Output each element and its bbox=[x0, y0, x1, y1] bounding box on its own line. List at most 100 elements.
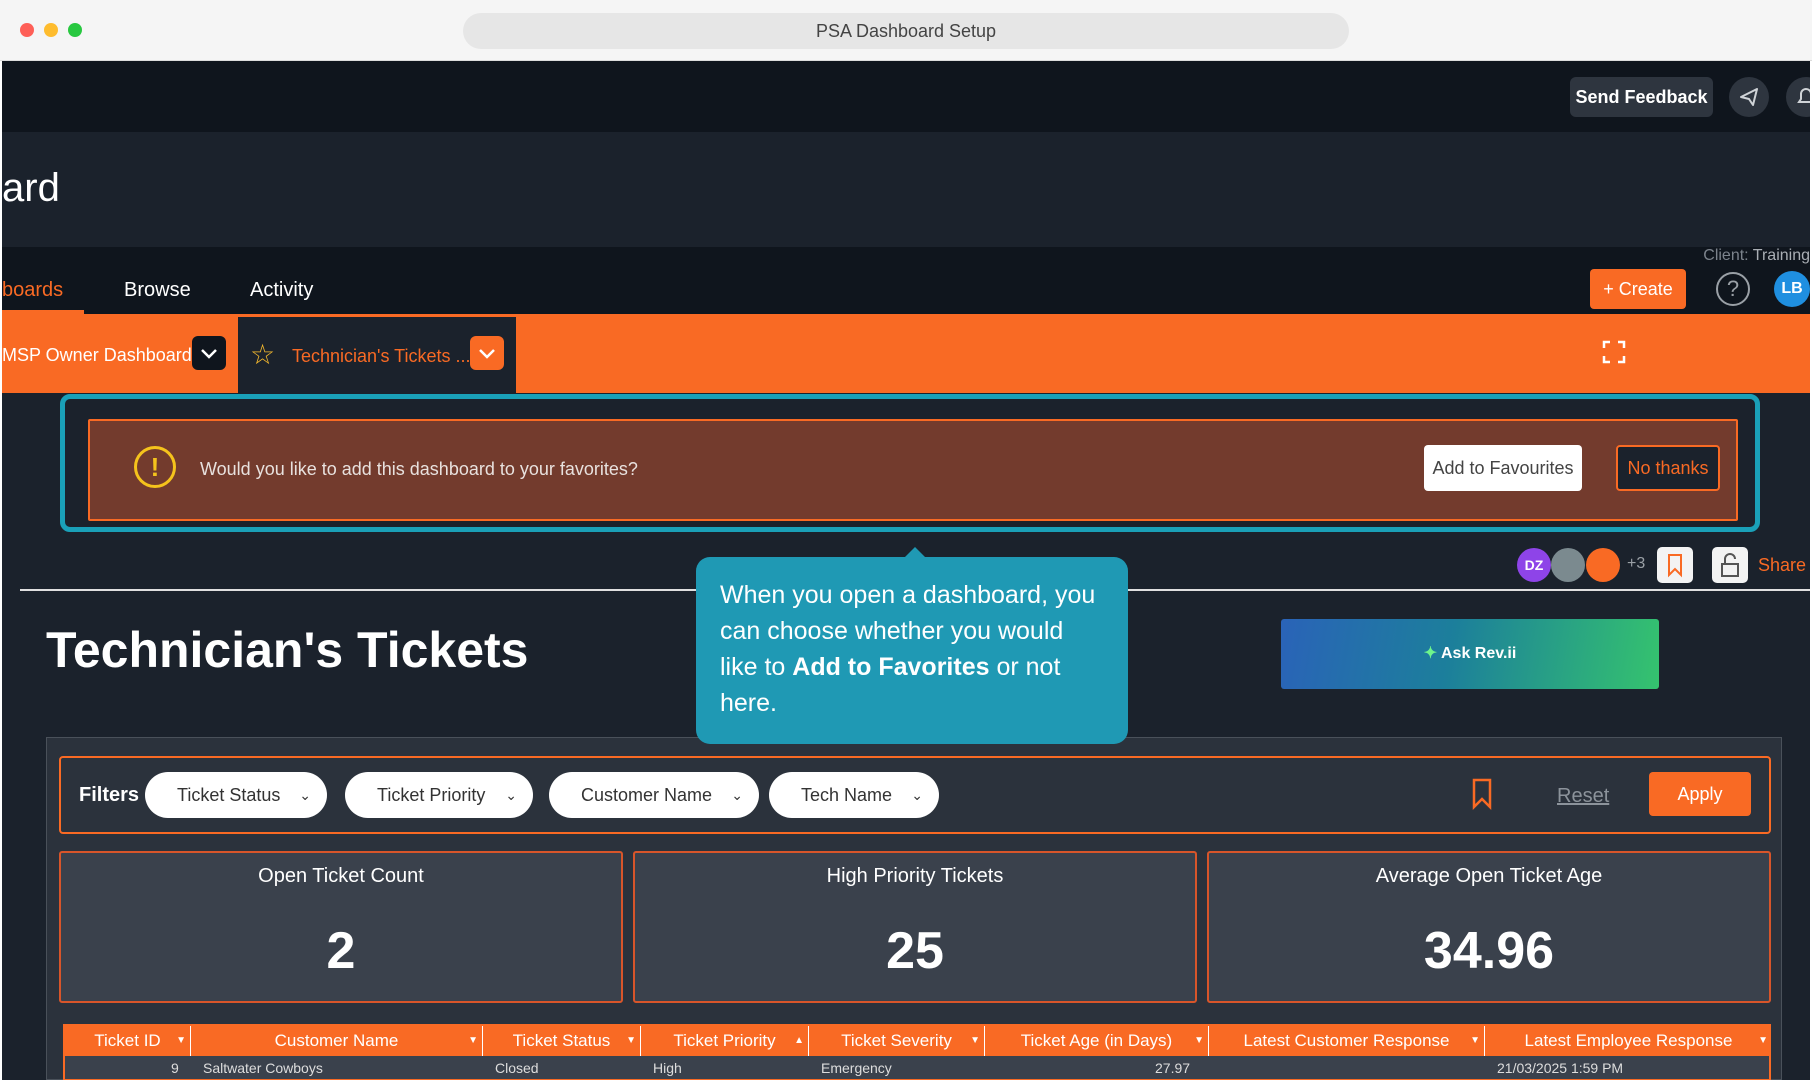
chevron-down-icon[interactable] bbox=[470, 336, 504, 370]
bookmark-icon[interactable] bbox=[1471, 778, 1493, 811]
app: Send Feedback ard Client: Training board… bbox=[2, 61, 1810, 1080]
chevron-down-icon: ⌄ bbox=[505, 787, 517, 803]
column-header-latest-customer-response[interactable]: Latest Customer Response ▼ bbox=[1209, 1026, 1485, 1056]
nav-row: Client: Training boards Browse Activity … bbox=[2, 247, 1810, 314]
reset-button[interactable]: Reset bbox=[1557, 785, 1609, 808]
apply-button[interactable]: Apply bbox=[1649, 772, 1751, 816]
column-label: Ticket Age (in Days) bbox=[1020, 1031, 1173, 1050]
column-label: Ticket Severity bbox=[841, 1031, 952, 1050]
cell-ticket-priority: High bbox=[653, 1060, 682, 1076]
send-feedback-button[interactable]: Send Feedback bbox=[1570, 77, 1713, 117]
column-label: Ticket Priority bbox=[673, 1031, 776, 1050]
tour-tooltip: When you open a dashboard, you can choos… bbox=[696, 557, 1128, 744]
filter-label: Customer Name bbox=[581, 785, 713, 805]
user-avatar[interactable]: LB bbox=[1774, 271, 1810, 307]
column-header-ticket-priority[interactable]: Ticket Priority ▲ bbox=[641, 1026, 809, 1056]
collaborator-avatar[interactable] bbox=[1551, 548, 1585, 582]
sparkle-icon: ✦ bbox=[1423, 645, 1438, 662]
dashboard-panel: Filters Ticket Status ⌄ Ticket Priority ⌄ … bbox=[46, 737, 1782, 1080]
column-header-ticket-severity[interactable]: Ticket Severity ▼ bbox=[809, 1026, 985, 1056]
column-header-ticket-id[interactable]: Ticket ID ▼ bbox=[65, 1026, 191, 1056]
sort-icon: ▲ bbox=[794, 1035, 804, 1046]
table-header: Ticket ID ▼ Customer Name ▼ Ticket Status ▼… bbox=[65, 1026, 1769, 1056]
chevron-down-icon[interactable] bbox=[192, 336, 226, 370]
column-header-ticket-status[interactable]: Ticket Status ▼ bbox=[483, 1026, 641, 1056]
cell-ticket-severity: Emergency bbox=[821, 1060, 892, 1076]
warning-icon: ! bbox=[134, 446, 176, 488]
tab-dashboards[interactable]: boards bbox=[2, 279, 63, 302]
column-label: Latest Employee Response bbox=[1524, 1031, 1733, 1050]
help-icon[interactable]: ? bbox=[1716, 272, 1750, 306]
banner-text: Would you like to add this dashboard to … bbox=[200, 459, 638, 479]
table-row[interactable]: 9 Saltwater Cowboys Closed High Emergenc… bbox=[65, 1056, 1769, 1079]
ask-rev-button[interactable]: ✦ Ask Rev.ii bbox=[1281, 619, 1659, 689]
filter-tech-name[interactable]: Tech Name ⌄ bbox=[769, 772, 939, 818]
bell-icon[interactable] bbox=[1786, 77, 1810, 117]
collaborator-avatar[interactable]: DZ bbox=[1517, 548, 1551, 582]
window-title[interactable]: PSA Dashboard Setup bbox=[463, 13, 1349, 49]
filter-customer-name[interactable]: Customer Name ⌄ bbox=[549, 772, 759, 818]
kpi-value: 2 bbox=[326, 922, 356, 980]
chevron-down-icon: ⌄ bbox=[299, 787, 311, 803]
filter-ticket-priority[interactable]: Ticket Priority ⌄ bbox=[345, 772, 533, 818]
star-icon[interactable]: ☆ bbox=[250, 341, 275, 369]
tooltip-bold-text: Add to Favorites bbox=[792, 653, 990, 681]
more-collaborators-count[interactable]: +3 bbox=[1627, 555, 1645, 573]
ask-rev-label: Ask Rev.ii bbox=[1440, 645, 1517, 662]
header-title: ard bbox=[2, 166, 60, 210]
dashboard-tab-label: Technician's Tickets ... bbox=[292, 346, 471, 366]
title-bar: PSA Dashboard Setup bbox=[0, 0, 1812, 61]
lock-icon[interactable] bbox=[1712, 547, 1748, 583]
share-link[interactable]: Share bbox=[1758, 555, 1806, 576]
minimize-window-button[interactable] bbox=[44, 23, 58, 37]
column-header-ticket-age[interactable]: Ticket Age (in Days) ▼ bbox=[985, 1026, 1209, 1056]
cell-ticket-age: 27.97 bbox=[1155, 1060, 1191, 1076]
sort-icon: ▼ bbox=[468, 1035, 478, 1046]
column-header-latest-employee-response[interactable]: Latest Employee Response ▼ bbox=[1485, 1026, 1769, 1056]
cell-ticket-status: Closed bbox=[495, 1060, 539, 1076]
column-label: Customer Name bbox=[274, 1031, 399, 1050]
filter-label: Ticket Status bbox=[177, 785, 281, 805]
collaborator-avatar[interactable] bbox=[1586, 548, 1620, 582]
sort-icon: ▼ bbox=[176, 1035, 186, 1046]
chevron-down-icon: ⌄ bbox=[731, 787, 743, 803]
filter-ticket-status[interactable]: Ticket Status ⌄ bbox=[145, 772, 327, 818]
filters-bar: Filters Ticket Status ⌄ Ticket Priority ⌄ … bbox=[59, 756, 1771, 834]
kpi-title: Average Open Ticket Age bbox=[1375, 865, 1603, 887]
cell-ticket-id: 9 bbox=[171, 1060, 179, 1076]
client-name: Training bbox=[1752, 247, 1810, 264]
send-icon[interactable] bbox=[1729, 77, 1769, 117]
close-window-button[interactable] bbox=[20, 23, 34, 37]
page-title: Technician's Tickets bbox=[46, 622, 529, 678]
column-header-customer-name[interactable]: Customer Name ▼ bbox=[191, 1026, 483, 1056]
add-to-favourites-button[interactable]: Add to Favourites bbox=[1424, 445, 1582, 491]
column-label: Latest Customer Response bbox=[1243, 1031, 1450, 1050]
tooltip-arrow bbox=[905, 547, 925, 557]
chevron-down-icon: ⌄ bbox=[911, 787, 923, 803]
fullscreen-icon[interactable] bbox=[1602, 340, 1626, 364]
sort-icon: ▼ bbox=[970, 1035, 980, 1046]
column-label: Ticket Status bbox=[512, 1031, 611, 1050]
client-indicator: Client: Training bbox=[1703, 247, 1810, 265]
kpi-card: Open Ticket Count 2 bbox=[59, 851, 623, 1003]
filter-label: Tech Name bbox=[801, 785, 893, 805]
column-label: Ticket ID bbox=[94, 1031, 161, 1050]
header: ard bbox=[2, 132, 1810, 247]
dashboard-tab-technicians-tickets[interactable]: ☆ Technician's Tickets ... bbox=[238, 317, 516, 393]
kpi-card: Average Open Ticket Age 34.96 bbox=[1207, 851, 1771, 1003]
no-thanks-button[interactable]: No thanks bbox=[1616, 445, 1720, 491]
filter-label: Ticket Priority bbox=[377, 785, 486, 805]
create-button[interactable]: + Create bbox=[1590, 269, 1686, 309]
maximize-window-button[interactable] bbox=[68, 23, 82, 37]
dashboard-tabs-bar: MSP Owner Dashboard ☆ Technician's Ticke… bbox=[2, 314, 1810, 393]
dashboard-tab-msp-owner[interactable]: MSP Owner Dashboard bbox=[2, 345, 192, 366]
sort-icon: ▼ bbox=[626, 1035, 636, 1046]
filters-label: Filters bbox=[79, 784, 140, 806]
tab-browse[interactable]: Browse bbox=[124, 279, 191, 302]
tab-activity[interactable]: Activity bbox=[250, 279, 313, 302]
bookmark-icon[interactable] bbox=[1657, 547, 1693, 583]
kpi-value: 34.96 bbox=[1423, 922, 1555, 980]
kpi-title: High Priority Tickets bbox=[826, 865, 1004, 887]
kpi-value: 25 bbox=[886, 922, 944, 980]
top-bar: Send Feedback bbox=[2, 61, 1810, 132]
